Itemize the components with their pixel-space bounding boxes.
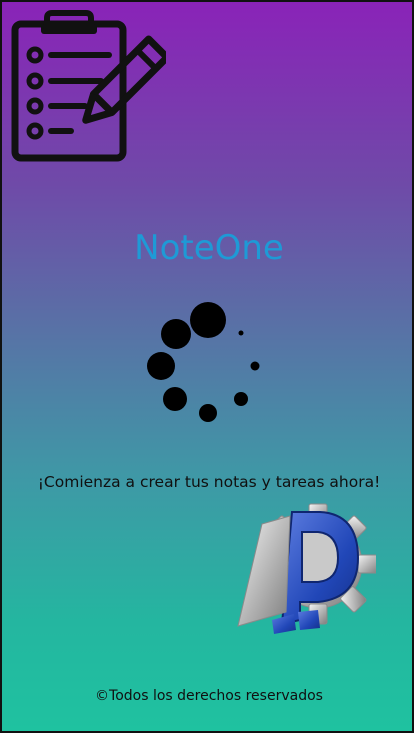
spinner-dot: [238, 330, 244, 336]
spinner-dot: [161, 319, 191, 349]
splash-screen: NoteOne ¡Comienza a crear tus notas y ta…: [0, 0, 414, 733]
tagline-text: ¡Comienza a crear tus notas y tareas aho…: [37, 473, 381, 491]
spinner-dot: [147, 352, 175, 380]
loading-spinner-icon: [147, 302, 260, 422]
spinner-dot: [199, 404, 217, 422]
gear-d-logo: [237, 503, 376, 634]
spinner-dot: [234, 392, 248, 406]
copyright-text: ©Todos los derechos reservados: [95, 688, 323, 704]
spinner-dot: [190, 302, 226, 338]
spinner-dot: [163, 387, 187, 411]
spinner-dot: [250, 361, 260, 371]
app-title: NoteOne: [134, 228, 284, 268]
clipboard-checklist-icon: [11, 10, 166, 162]
